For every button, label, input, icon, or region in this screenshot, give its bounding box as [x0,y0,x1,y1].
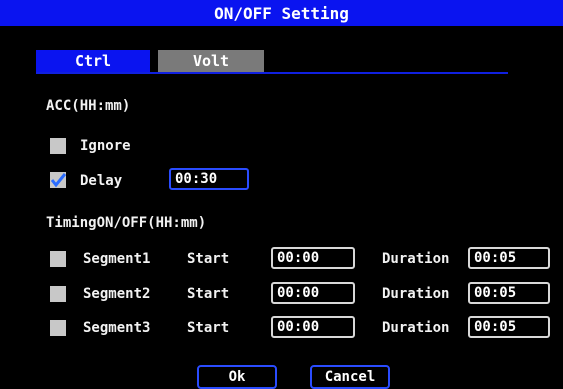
segment3-start-input[interactable]: 00:00 [271,316,355,338]
delay-checkbox[interactable] [50,172,66,188]
segment3-label: Segment3 [83,320,151,336]
ignore-label: Ignore [80,138,131,154]
tab-underline [36,72,508,74]
segment3-checkbox[interactable] [50,320,66,336]
ok-button[interactable]: Ok [197,365,277,389]
segment1-duration-label: Duration [382,251,450,267]
cancel-button[interactable]: Cancel [310,365,390,389]
ignore-checkbox[interactable] [50,138,66,154]
segment2-label: Segment2 [83,286,151,302]
segment1-label: Segment1 [83,251,151,267]
checkmark-icon [50,173,66,188]
segment2-start-input[interactable]: 00:00 [271,282,355,304]
window-title: ON/OFF Setting [0,0,563,26]
segment1-checkbox[interactable] [50,251,66,267]
segment1-start-input[interactable]: 00:00 [271,247,355,269]
tab-volt[interactable]: Volt [158,50,264,72]
segment1-duration-input[interactable]: 00:05 [468,247,550,269]
tab-bar: Ctrl Volt [36,50,508,72]
delay-time-input[interactable]: 00:30 [169,168,249,190]
timing-heading: TimingON/OFF(HH:mm) [46,215,207,231]
segment3-duration-input[interactable]: 00:05 [468,316,550,338]
segment2-duration-input[interactable]: 00:05 [468,282,550,304]
segment2-checkbox[interactable] [50,286,66,302]
segment3-start-label: Start [187,320,230,336]
delay-label: Delay [80,173,123,189]
acc-heading: ACC(HH:mm) [46,98,131,114]
segment2-start-label: Start [187,286,230,302]
segment1-start-label: Start [187,251,230,267]
segment3-duration-label: Duration [382,320,450,336]
tab-ctrl[interactable]: Ctrl [36,50,150,72]
segment2-duration-label: Duration [382,286,450,302]
